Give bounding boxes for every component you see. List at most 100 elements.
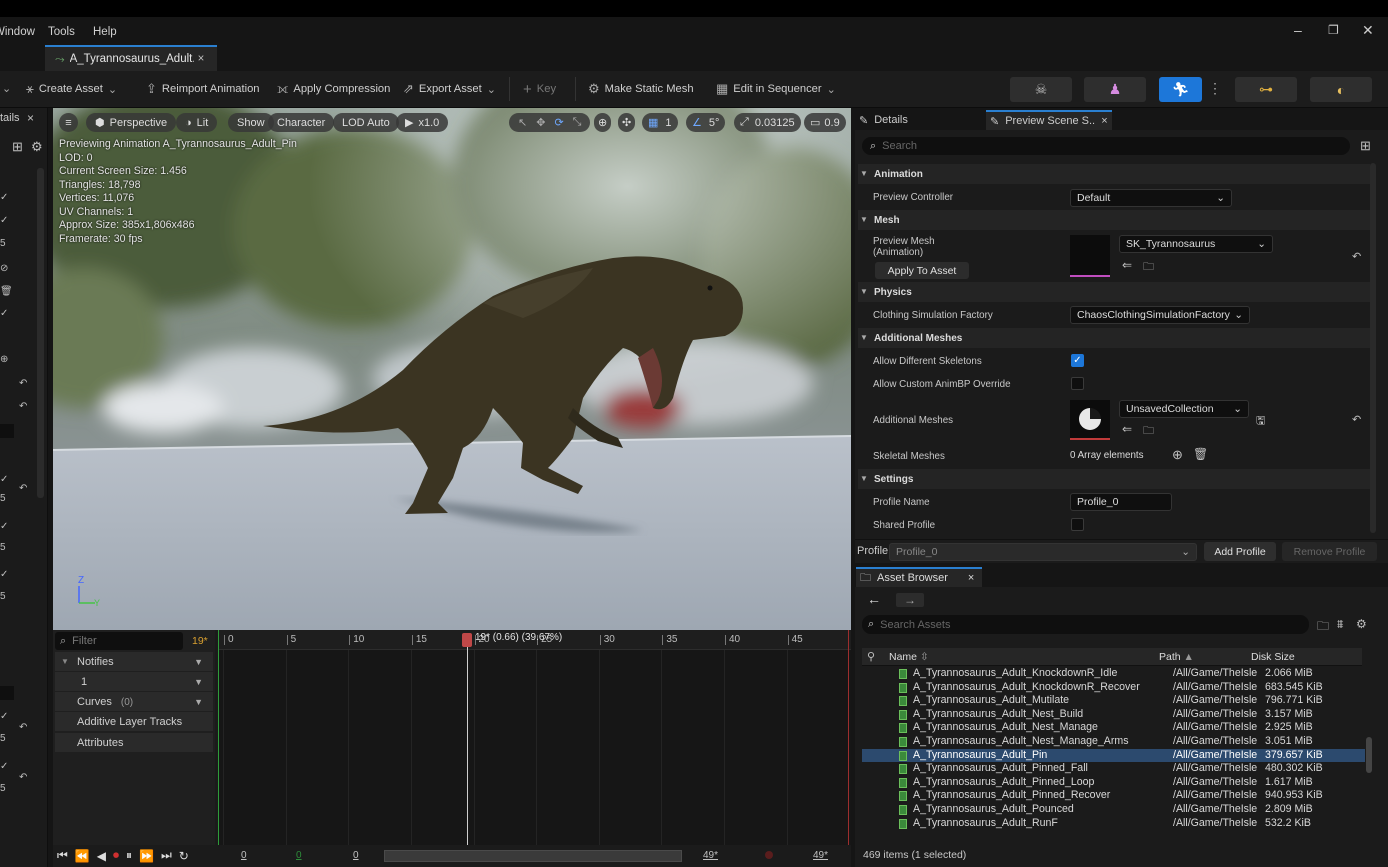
collapse-arrow-icon[interactable]: ▼ <box>860 474 868 483</box>
playback-start[interactable]: 0 <box>296 850 302 861</box>
surface-snap-button[interactable]: ✣ <box>618 113 636 132</box>
trash-icon[interactable]: 🗑 <box>1193 447 1208 461</box>
show-button[interactable]: Show <box>228 113 274 132</box>
step-forward-icon[interactable]: ⏩ <box>139 849 154 863</box>
skip-to-end-icon[interactable]: ⏭ <box>161 848 172 863</box>
menu-tools[interactable]: Tools <box>48 26 75 38</box>
check-icon[interactable]: ✓ <box>0 308 8 319</box>
details-search-input[interactable]: ⌕ Search <box>862 137 1350 155</box>
restore-button[interactable]: ❐ <box>1328 23 1339 37</box>
add-element-icon[interactable]: ⊕ <box>1172 447 1183 463</box>
table-row[interactable]: A_Tyrannosaurus_Adult_RunF/All/Game/TheI… <box>862 817 1365 831</box>
make-static-mesh-button[interactable]: ⚙ Make Static Mesh <box>588 79 694 99</box>
left-panel-scrollbar[interactable] <box>37 168 44 498</box>
table-row[interactable]: A_Tyrannosaurus_Adult_Pounced/All/Game/T… <box>862 803 1365 817</box>
browse-icon[interactable]: 🗀 <box>1143 422 1154 441</box>
back-arrow-icon[interactable]: ← <box>867 591 881 607</box>
check-icon[interactable]: ✓ <box>0 215 8 226</box>
chevron-down-icon[interactable]: ▼ <box>194 697 203 707</box>
scale-icon[interactable]: ⤡ <box>573 116 582 129</box>
playhead-handle[interactable] <box>461 633 472 647</box>
save-icon[interactable]: 🖫 <box>1256 412 1265 431</box>
mesh-mode-button[interactable]: ♟ <box>1084 77 1146 102</box>
character-button[interactable]: Character <box>268 113 335 132</box>
allow-different-skeletons-checkbox[interactable]: ✓ <box>1071 354 1084 367</box>
use-selected-icon[interactable]: ⇐ <box>1122 258 1132 272</box>
animation-mode-button[interactable]: 🏃︎ <box>1159 77 1202 102</box>
additional-meshes-dropdown[interactable]: UnsavedCollection ⌄ <box>1119 400 1249 418</box>
column-size-header[interactable]: Disk Size <box>1251 651 1295 663</box>
loop-icon[interactable]: ↻ <box>179 849 189 863</box>
gear-icon[interactable]: ⚙ <box>1356 617 1367 631</box>
skip-to-start-icon[interactable]: ⏮ <box>57 848 68 863</box>
preview-mesh-dropdown[interactable]: SK_Tyrannosaurus ⌄ <box>1119 235 1273 253</box>
table-row[interactable]: A_Tyrannosaurus_Adult_Nest_Manage/All/Ga… <box>862 721 1365 735</box>
expand-arrow-icon[interactable]: ▼ <box>61 657 69 666</box>
gear-icon[interactable]: ⚙ <box>31 139 43 155</box>
browse-icon[interactable]: 🗀 <box>1143 258 1154 277</box>
add-profile-button[interactable]: Add Profile <box>1204 542 1276 561</box>
additive-layer-tracks[interactable]: Additive Layer Tracks <box>55 712 213 731</box>
viewport-menu-button[interactable]: ≡ <box>59 113 78 132</box>
asset-browser-close[interactable]: × <box>968 572 974 584</box>
left-panel-close[interactable]: × <box>27 111 34 125</box>
clothing-factory-dropdown[interactable]: ChaosClothingSimulationFactory ⌄ <box>1070 306 1250 324</box>
playback-speed-button[interactable]: ▶ x1.0 <box>396 113 449 132</box>
section-additional-meshes[interactable]: Additional Meshes <box>858 328 1370 348</box>
grid-snap-button[interactable]: ▦ 1 <box>642 113 678 132</box>
reset-arrow-icon[interactable]: ↶ <box>1352 250 1361 263</box>
rotate-icon[interactable]: ⟳ <box>554 116 563 129</box>
reset-arrow-icon[interactable]: ↶ <box>19 378 27 389</box>
left-panel-tab[interactable]: tails <box>0 112 20 124</box>
range-start[interactable]: 0 <box>241 850 247 861</box>
asset-browser-tab[interactable]: 🗀 Asset Browser × <box>856 567 982 587</box>
collapse-arrow-icon[interactable]: ▼ <box>860 169 868 178</box>
profile-name-input[interactable]: Profile_0 <box>1070 493 1172 511</box>
reset-arrow-icon[interactable]: ↶ <box>19 772 27 783</box>
lod-button[interactable]: LOD Auto <box>333 113 399 132</box>
column-name-header[interactable]: Name ⇳ <box>889 651 929 663</box>
pause-icon[interactable]: ⏸ <box>126 848 132 863</box>
use-selected-icon[interactable]: ⇐ <box>1122 422 1132 436</box>
select-icon[interactable]: ↖ <box>518 116 527 129</box>
skeleton-mode-button[interactable]: ☠ <box>1010 77 1072 102</box>
filter-icon[interactable]: ⩩ <box>1337 617 1343 632</box>
attributes-track[interactable]: Attributes <box>55 733 213 752</box>
table-row[interactable]: A_Tyrannosaurus_Adult_Pinned_Loop/All/Ga… <box>862 776 1365 790</box>
check-icon[interactable]: ✓ <box>0 569 8 580</box>
blueprint-mode-button[interactable]: ⊶ <box>1235 77 1297 102</box>
collapse-arrow-icon[interactable]: ▼ <box>860 287 868 296</box>
view-start[interactable]: 0 <box>353 850 359 861</box>
tab-preview-close[interactable]: × <box>1101 115 1107 127</box>
export-asset-button[interactable]: ⇗ Export Asset ⌄ <box>403 79 496 99</box>
forward-button[interactable]: → <box>896 593 924 607</box>
timeline-scrollbar[interactable] <box>384 850 682 862</box>
table-row[interactable]: A_Tyrannosaurus_Adult_Nest_Build/All/Gam… <box>862 708 1365 722</box>
link-icon[interactable]: ⊘ <box>0 263 8 274</box>
table-row[interactable]: A_Tyrannosaurus_Adult_KnockdownR_Recover… <box>862 681 1365 695</box>
chevron-down-icon[interactable]: ▼ <box>194 657 203 667</box>
apply-to-asset-button[interactable]: Apply To Asset <box>875 262 969 279</box>
section-animation[interactable]: Animation <box>858 164 1370 184</box>
viewport[interactable]: Z Y ≡ ⬢ Perspective ◑ Lit Show Character L… <box>53 108 851 630</box>
section-physics[interactable]: Physics <box>858 282 1370 302</box>
folder-icon[interactable]: 🗀 <box>1317 617 1329 638</box>
view-end[interactable]: 49* <box>703 850 718 861</box>
check-icon[interactable]: ✓ <box>0 474 8 485</box>
collapse-arrow-icon[interactable]: ▼ <box>860 215 868 224</box>
reset-arrow-icon[interactable]: ↶ <box>19 722 27 733</box>
track-area[interactable]: 0 5 10 15 20 25 30 35 40 45 19* (0.66) (… <box>218 630 851 845</box>
reset-arrow-icon[interactable]: ↶ <box>19 483 27 494</box>
profile-dropdown[interactable]: Profile_0 ⌄ <box>889 543 1197 561</box>
table-row[interactable]: A_Tyrannosaurus_Adult_Mutilate/All/Game/… <box>862 694 1365 708</box>
asset-tab-close[interactable]: × <box>198 53 205 65</box>
check-icon[interactable]: ✓ <box>0 711 8 722</box>
world-local-button[interactable]: ⊕ <box>594 113 612 132</box>
preview-controller-dropdown[interactable]: Default ⌄ <box>1070 189 1232 207</box>
reimport-animation-button[interactable]: ⇪ Reimport Animation <box>146 79 260 99</box>
timeline-filter-input[interactable]: ⌕ Filter <box>55 632 183 650</box>
table-view-icon[interactable]: ⊞ <box>1360 138 1371 154</box>
collapse-arrow-icon[interactable]: ▼ <box>860 333 868 342</box>
preview-mesh-thumbnail[interactable] <box>1070 235 1110 277</box>
physics-mode-button[interactable]: ◐ <box>1310 77 1372 102</box>
